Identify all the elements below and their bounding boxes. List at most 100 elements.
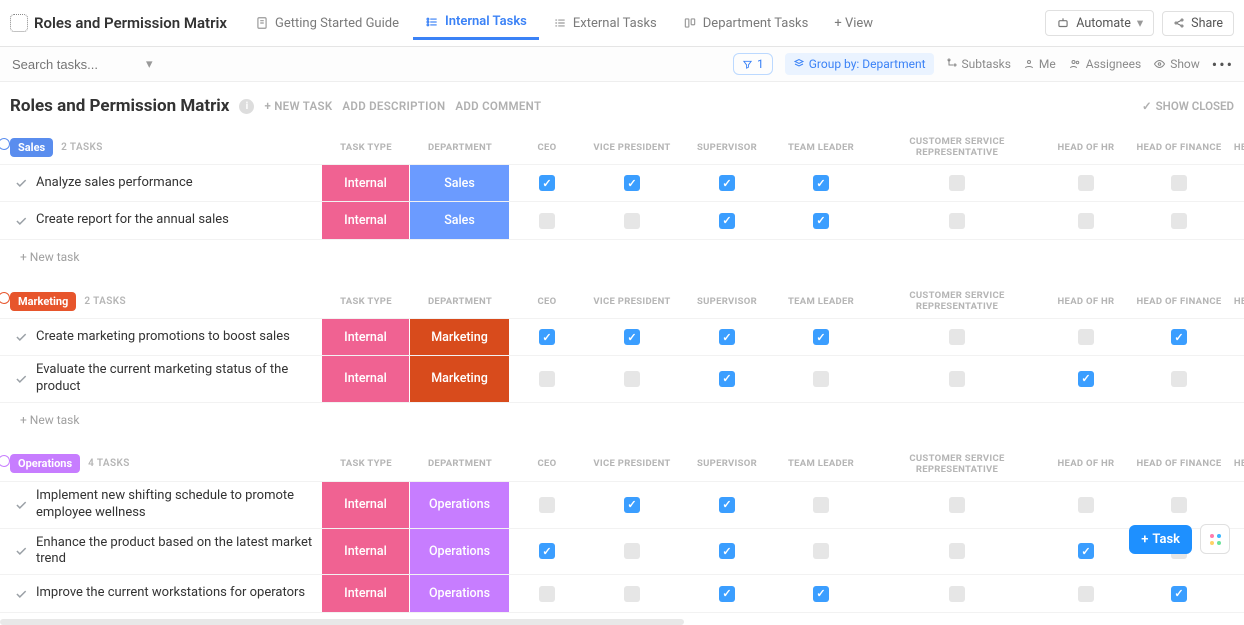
filter-count[interactable]: 1 xyxy=(733,53,773,75)
column-header[interactable]: VICE PRESIDENT xyxy=(584,296,680,307)
complete-check-icon[interactable] xyxy=(14,214,28,228)
task-type-tag[interactable]: Internal xyxy=(322,575,410,612)
task-name[interactable]: Enhance the product based on the latest … xyxy=(36,535,316,569)
role-checkbox[interactable]: ✓ xyxy=(624,175,640,191)
column-header[interactable]: TASK TYPE xyxy=(322,296,410,307)
complete-check-icon[interactable] xyxy=(14,544,28,558)
table-row[interactable]: Create marketing promotions to boost sal… xyxy=(0,318,1244,356)
section-badge[interactable]: Sales xyxy=(10,138,53,157)
role-checkbox[interactable] xyxy=(1171,175,1187,191)
task-type-tag[interactable]: Internal xyxy=(322,202,410,239)
column-header[interactable]: CUSTOMER SERVICE REPRESENTATIVE xyxy=(868,453,1046,475)
column-header[interactable]: CEO xyxy=(510,458,584,469)
tab-getting-started[interactable]: Getting Started Guide xyxy=(243,6,411,40)
add-description-action[interactable]: ADD DESCRIPTION xyxy=(342,99,445,113)
department-tag[interactable]: Sales xyxy=(410,165,510,201)
role-checkbox[interactable]: ✓ xyxy=(719,497,735,513)
horizontal-scrollbar[interactable] xyxy=(0,619,684,625)
role-checkbox[interactable] xyxy=(539,371,555,387)
tab-department-tasks[interactable]: Department Tasks xyxy=(671,6,821,40)
department-tag[interactable]: Marketing xyxy=(410,319,510,355)
column-header[interactable]: CUSTOMER SERVICE REPRESENTATIVE xyxy=(868,290,1046,312)
complete-check-icon[interactable] xyxy=(14,498,28,512)
table-row[interactable]: Enhance the product based on the latest … xyxy=(0,529,1244,576)
column-header[interactable]: HEAD OF SA xyxy=(1232,458,1244,469)
department-tag[interactable]: Operations xyxy=(410,482,510,528)
role-checkbox[interactable] xyxy=(949,586,965,602)
column-header[interactable]: DEPARTMENT xyxy=(410,142,510,153)
complete-check-icon[interactable] xyxy=(14,587,28,601)
task-type-tag[interactable]: Internal xyxy=(322,529,410,575)
role-checkbox[interactable] xyxy=(1078,175,1094,191)
role-checkbox[interactable]: ✓ xyxy=(719,586,735,602)
role-checkbox[interactable]: ✓ xyxy=(539,329,555,345)
role-checkbox[interactable] xyxy=(1078,213,1094,229)
column-header[interactable]: HEAD OF HR xyxy=(1046,296,1126,307)
column-header[interactable]: TASK TYPE xyxy=(322,142,410,153)
role-checkbox[interactable] xyxy=(624,543,640,559)
show-closed-toggle[interactable]: ✓ SHOW CLOSED xyxy=(1142,99,1234,113)
department-tag[interactable]: Marketing xyxy=(410,356,510,402)
more-menu[interactable]: ••• xyxy=(1212,55,1234,74)
add-comment-action[interactable]: ADD COMMENT xyxy=(455,99,541,113)
add-task-row[interactable]: + New task xyxy=(0,240,1244,274)
info-icon[interactable]: i xyxy=(239,99,254,114)
role-checkbox[interactable]: ✓ xyxy=(1171,329,1187,345)
column-header[interactable]: SUPERVISOR xyxy=(680,142,774,153)
column-header[interactable]: HEAD OF SA xyxy=(1232,142,1244,153)
column-header[interactable]: HEAD OF FINANCE xyxy=(1126,458,1232,469)
column-header[interactable]: VICE PRESIDENT xyxy=(584,458,680,469)
role-checkbox[interactable] xyxy=(949,497,965,513)
role-checkbox[interactable] xyxy=(1171,497,1187,513)
column-header[interactable]: HEAD OF FINANCE xyxy=(1126,296,1232,307)
automate-button[interactable]: Automate ▾ xyxy=(1045,10,1154,36)
share-button[interactable]: Share xyxy=(1162,11,1234,36)
section-badge[interactable]: Operations xyxy=(10,454,80,473)
table-row[interactable]: Analyze sales performanceInternalSales✓✓… xyxy=(0,164,1244,202)
role-checkbox[interactable]: ✓ xyxy=(719,213,735,229)
role-checkbox[interactable]: ✓ xyxy=(539,175,555,191)
task-type-tag[interactable]: Internal xyxy=(322,165,410,201)
role-checkbox[interactable]: ✓ xyxy=(719,175,735,191)
me-filter[interactable]: Me xyxy=(1023,57,1056,71)
task-name[interactable]: Create marketing promotions to boost sal… xyxy=(36,329,290,346)
complete-check-icon[interactable] xyxy=(14,372,28,386)
chevron-down-icon[interactable]: ▾ xyxy=(146,57,153,72)
column-header[interactable]: DEPARTMENT xyxy=(410,458,510,469)
column-header[interactable]: TASK TYPE xyxy=(322,458,410,469)
task-type-tag[interactable]: Internal xyxy=(322,482,410,528)
role-checkbox[interactable]: ✓ xyxy=(624,497,640,513)
role-checkbox[interactable] xyxy=(624,371,640,387)
role-checkbox[interactable] xyxy=(539,586,555,602)
tab-internal-tasks[interactable]: Internal Tasks xyxy=(413,6,539,40)
task-name[interactable]: Evaluate the current marketing status of… xyxy=(36,362,316,396)
complete-check-icon[interactable] xyxy=(14,330,28,344)
role-checkbox[interactable] xyxy=(1078,329,1094,345)
column-header[interactable]: SUPERVISOR xyxy=(680,458,774,469)
role-checkbox[interactable] xyxy=(1078,497,1094,513)
table-row[interactable]: Create report for the annual salesIntern… xyxy=(0,202,1244,240)
column-header[interactable]: HEAD OF HR xyxy=(1046,142,1126,153)
task-type-tag[interactable]: Internal xyxy=(322,319,410,355)
role-checkbox[interactable] xyxy=(624,586,640,602)
workspace-icon[interactable] xyxy=(10,14,28,32)
group-by[interactable]: Group by: Department xyxy=(785,53,934,75)
task-name[interactable]: Improve the current workstations for ope… xyxy=(36,585,305,602)
role-checkbox[interactable]: ✓ xyxy=(719,371,735,387)
column-header[interactable]: SUPERVISOR xyxy=(680,296,774,307)
column-header[interactable]: CEO xyxy=(510,142,584,153)
task-name[interactable]: Implement new shifting schedule to promo… xyxy=(36,488,316,522)
role-checkbox[interactable]: ✓ xyxy=(813,329,829,345)
role-checkbox[interactable] xyxy=(1171,371,1187,387)
tab-external-tasks[interactable]: External Tasks xyxy=(541,6,669,40)
show-menu[interactable]: Show xyxy=(1153,57,1200,71)
create-task-button[interactable]: + Task xyxy=(1129,525,1192,554)
role-checkbox[interactable] xyxy=(539,213,555,229)
column-header[interactable]: HEAD OF FINANCE xyxy=(1126,142,1232,153)
role-checkbox[interactable] xyxy=(813,497,829,513)
role-checkbox[interactable]: ✓ xyxy=(1078,371,1094,387)
role-checkbox[interactable] xyxy=(949,543,965,559)
task-type-tag[interactable]: Internal xyxy=(322,356,410,402)
role-checkbox[interactable]: ✓ xyxy=(719,329,735,345)
role-checkbox[interactable] xyxy=(624,213,640,229)
